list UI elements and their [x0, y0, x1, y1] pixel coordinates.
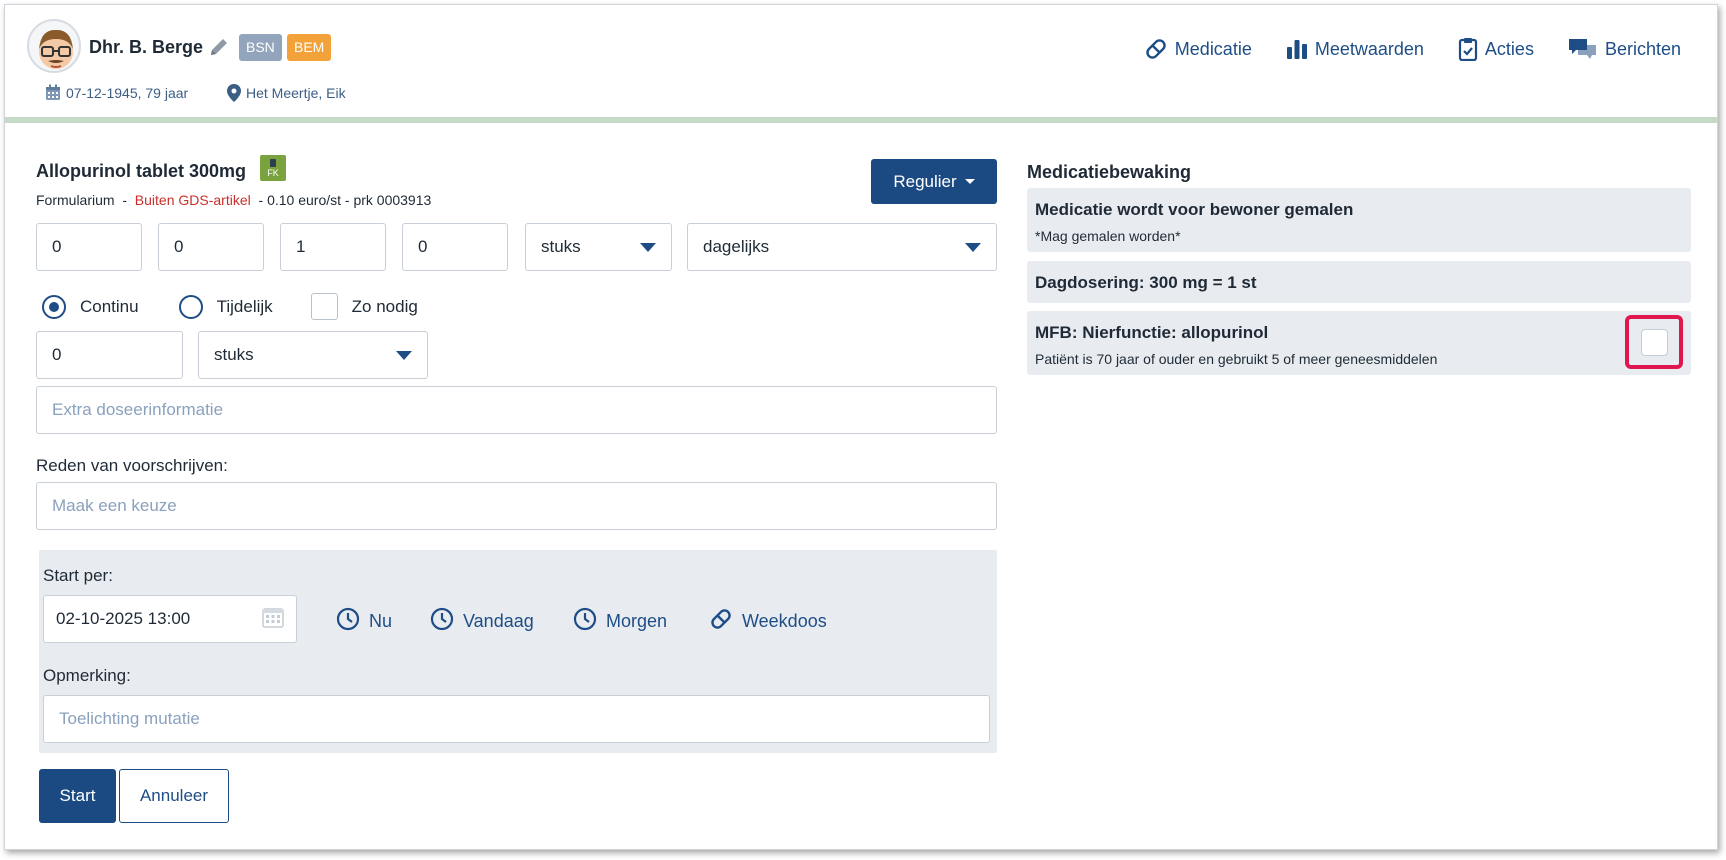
formulary-text: Formularium -	[36, 192, 135, 208]
pencil-icon[interactable]	[208, 36, 230, 58]
dose-morning-input[interactable]: 0	[36, 223, 142, 271]
patient-header: Dhr. B. Berge BSN BEM 07-12-1945, 79 jaa…	[5, 5, 1717, 117]
caret-down-icon	[964, 179, 975, 184]
start-button[interactable]: Start	[39, 769, 116, 823]
clock-icon	[336, 607, 360, 636]
continu-option[interactable]: Continu	[42, 294, 139, 319]
dropdown-arrow-icon	[640, 242, 656, 252]
start-now-label: Nu	[369, 611, 393, 631]
remark-label: Opmerking:	[43, 666, 131, 685]
nav-medicatie-label: Medicatie	[1174, 38, 1252, 59]
nav-berichten-label: Berichten	[1604, 38, 1681, 59]
date-of-birth: 07-12-1945, 79 jaar	[45, 84, 188, 101]
drug-meta: Formularium - Buiten GDS-artikel - 0.10 …	[36, 192, 431, 208]
start-today-label: Vandaag	[463, 611, 534, 631]
avatar[interactable]	[27, 19, 81, 73]
clock-icon	[573, 607, 597, 636]
monitoring-item-detail: Patiënt is 70 jaar of ouder en gebruikt …	[1035, 351, 1438, 367]
nav-berichten[interactable]: Berichten	[1568, 37, 1681, 61]
dropdown-arrow-icon	[965, 242, 981, 252]
app-window: Dhr. B. Berge BSN BEM 07-12-1945, 79 jaa…	[4, 4, 1718, 850]
zo-nodig-label: Zo nodig	[351, 296, 418, 316]
nav-acties-label: Acties	[1484, 38, 1534, 59]
bem-badge[interactable]: BEM	[287, 34, 332, 61]
reason-select[interactable]: Maak een keuze	[36, 482, 997, 530]
formulary-fk-icon: FK	[260, 155, 286, 181]
schedule-type-dropdown[interactable]: Regulier	[871, 159, 997, 204]
map-pin-icon	[227, 84, 241, 102]
monitoring-item-heading: Medicatie wordt voor bewoner gemalen	[1035, 200, 1354, 219]
nav-meetwaarden-label: Meetwaarden	[1314, 38, 1424, 59]
monitoring-item: Dagdosering: 300 mg = 1 st	[1027, 261, 1691, 303]
start-tomorrow-label: Morgen	[606, 611, 668, 631]
tijdelijk-option[interactable]: Tijdelijk	[178, 294, 273, 319]
chat-bubbles-icon	[1568, 37, 1598, 61]
monitoring-item-detail: *Mag gemalen worden*	[1035, 228, 1181, 244]
dose-evening-input[interactable]: 1	[280, 223, 386, 271]
monitoring-acknowledge-checkbox[interactable]	[1641, 329, 1668, 356]
calendar-icon[interactable]	[262, 606, 284, 633]
dob-text: 07-12-1945, 79 jaar	[66, 84, 189, 101]
dropdown-arrow-icon	[396, 350, 412, 360]
frequency-select-value: dagelijks	[703, 237, 770, 256]
start-label: Start per:	[43, 566, 113, 585]
dose-noon-input[interactable]: 0	[158, 223, 264, 271]
zo-nodig-option[interactable]: Zo nodig	[310, 293, 418, 320]
start-weekbox-label: Weekdoos	[742, 611, 827, 631]
cancel-button[interactable]: Annuleer	[119, 769, 229, 823]
drug-title: Allopurinol tablet 300mg	[36, 161, 247, 181]
pill-icon	[709, 607, 733, 636]
start-datetime-input[interactable]: 02-10-2025 13:00	[43, 595, 297, 643]
monitoring-title: Medicatiebewaking	[1027, 162, 1192, 182]
extra-dosing-info-input[interactable]: Extra doseerinformatie	[36, 386, 997, 434]
amount-unit-select[interactable]: stuks	[198, 331, 428, 379]
continu-label: Continu	[80, 296, 139, 316]
header-divider	[5, 117, 1717, 123]
tijdelijk-radio[interactable]	[178, 294, 203, 319]
usage-mode-group: Continu Tijdelijk Zo nodig	[42, 293, 418, 320]
amount-input[interactable]: 0	[36, 331, 183, 379]
gds-warning: Buiten GDS-artikel	[134, 192, 251, 208]
clock-icon	[430, 607, 454, 636]
reason-label: Reden van voorschrijven:	[36, 456, 228, 475]
unit-select-value: stuks	[541, 237, 581, 256]
start-weekbox-button[interactable]: Weekdoos	[709, 607, 827, 636]
start-tomorrow-button[interactable]: Morgen	[573, 607, 667, 636]
continu-radio[interactable]	[42, 294, 66, 319]
monitoring-item-heading: Dagdosering: 300 mg = 1 st	[1035, 273, 1257, 292]
pill-icon	[1144, 37, 1168, 61]
clipboard-check-icon	[1458, 37, 1478, 61]
nav-acties[interactable]: Acties	[1458, 37, 1534, 61]
zo-nodig-checkbox[interactable]	[310, 293, 338, 320]
bsn-badge[interactable]: BSN	[239, 34, 282, 61]
monitoring-item-heading: MFB: Nierfunctie: allopurinol	[1035, 323, 1269, 342]
patient-name: Dhr. B. Berge	[89, 37, 204, 57]
location-text: Het Meertje, Eik	[246, 85, 346, 101]
remark-input[interactable]: Toelichting mutatie	[43, 695, 990, 743]
monitoring-item: Medicatie wordt voor bewoner gemalen *Ma…	[1027, 188, 1691, 252]
nav-meetwaarden[interactable]: Meetwaarden	[1286, 37, 1424, 61]
unit-select[interactable]: stuks	[525, 223, 672, 271]
dose-night-input[interactable]: 0	[402, 223, 508, 271]
tijdelijk-label: Tijdelijk	[216, 296, 273, 316]
monitoring-item: MFB: Nierfunctie: allopurinol Patiënt is…	[1027, 311, 1691, 375]
amount-unit-value: stuks	[214, 345, 254, 364]
nav-medicatie[interactable]: Medicatie	[1144, 37, 1252, 61]
bar-chart-icon	[1286, 38, 1308, 60]
calendar-icon	[45, 84, 61, 101]
start-datetime-value: 02-10-2025 13:00	[56, 609, 191, 628]
top-navigation: Medicatie Meetwaarden Acties Berichten	[1144, 37, 1681, 61]
frequency-select[interactable]: dagelijks	[687, 223, 997, 271]
price-prk-text: - 0.10 euro/st - prk 0003913	[250, 192, 432, 208]
monitoring-acknowledge-highlight	[1625, 315, 1683, 369]
start-now-button[interactable]: Nu	[336, 607, 392, 636]
location: Het Meertje, Eik	[227, 84, 346, 102]
schedule-type-label: Regulier	[893, 171, 957, 191]
start-today-button[interactable]: Vandaag	[430, 607, 534, 636]
